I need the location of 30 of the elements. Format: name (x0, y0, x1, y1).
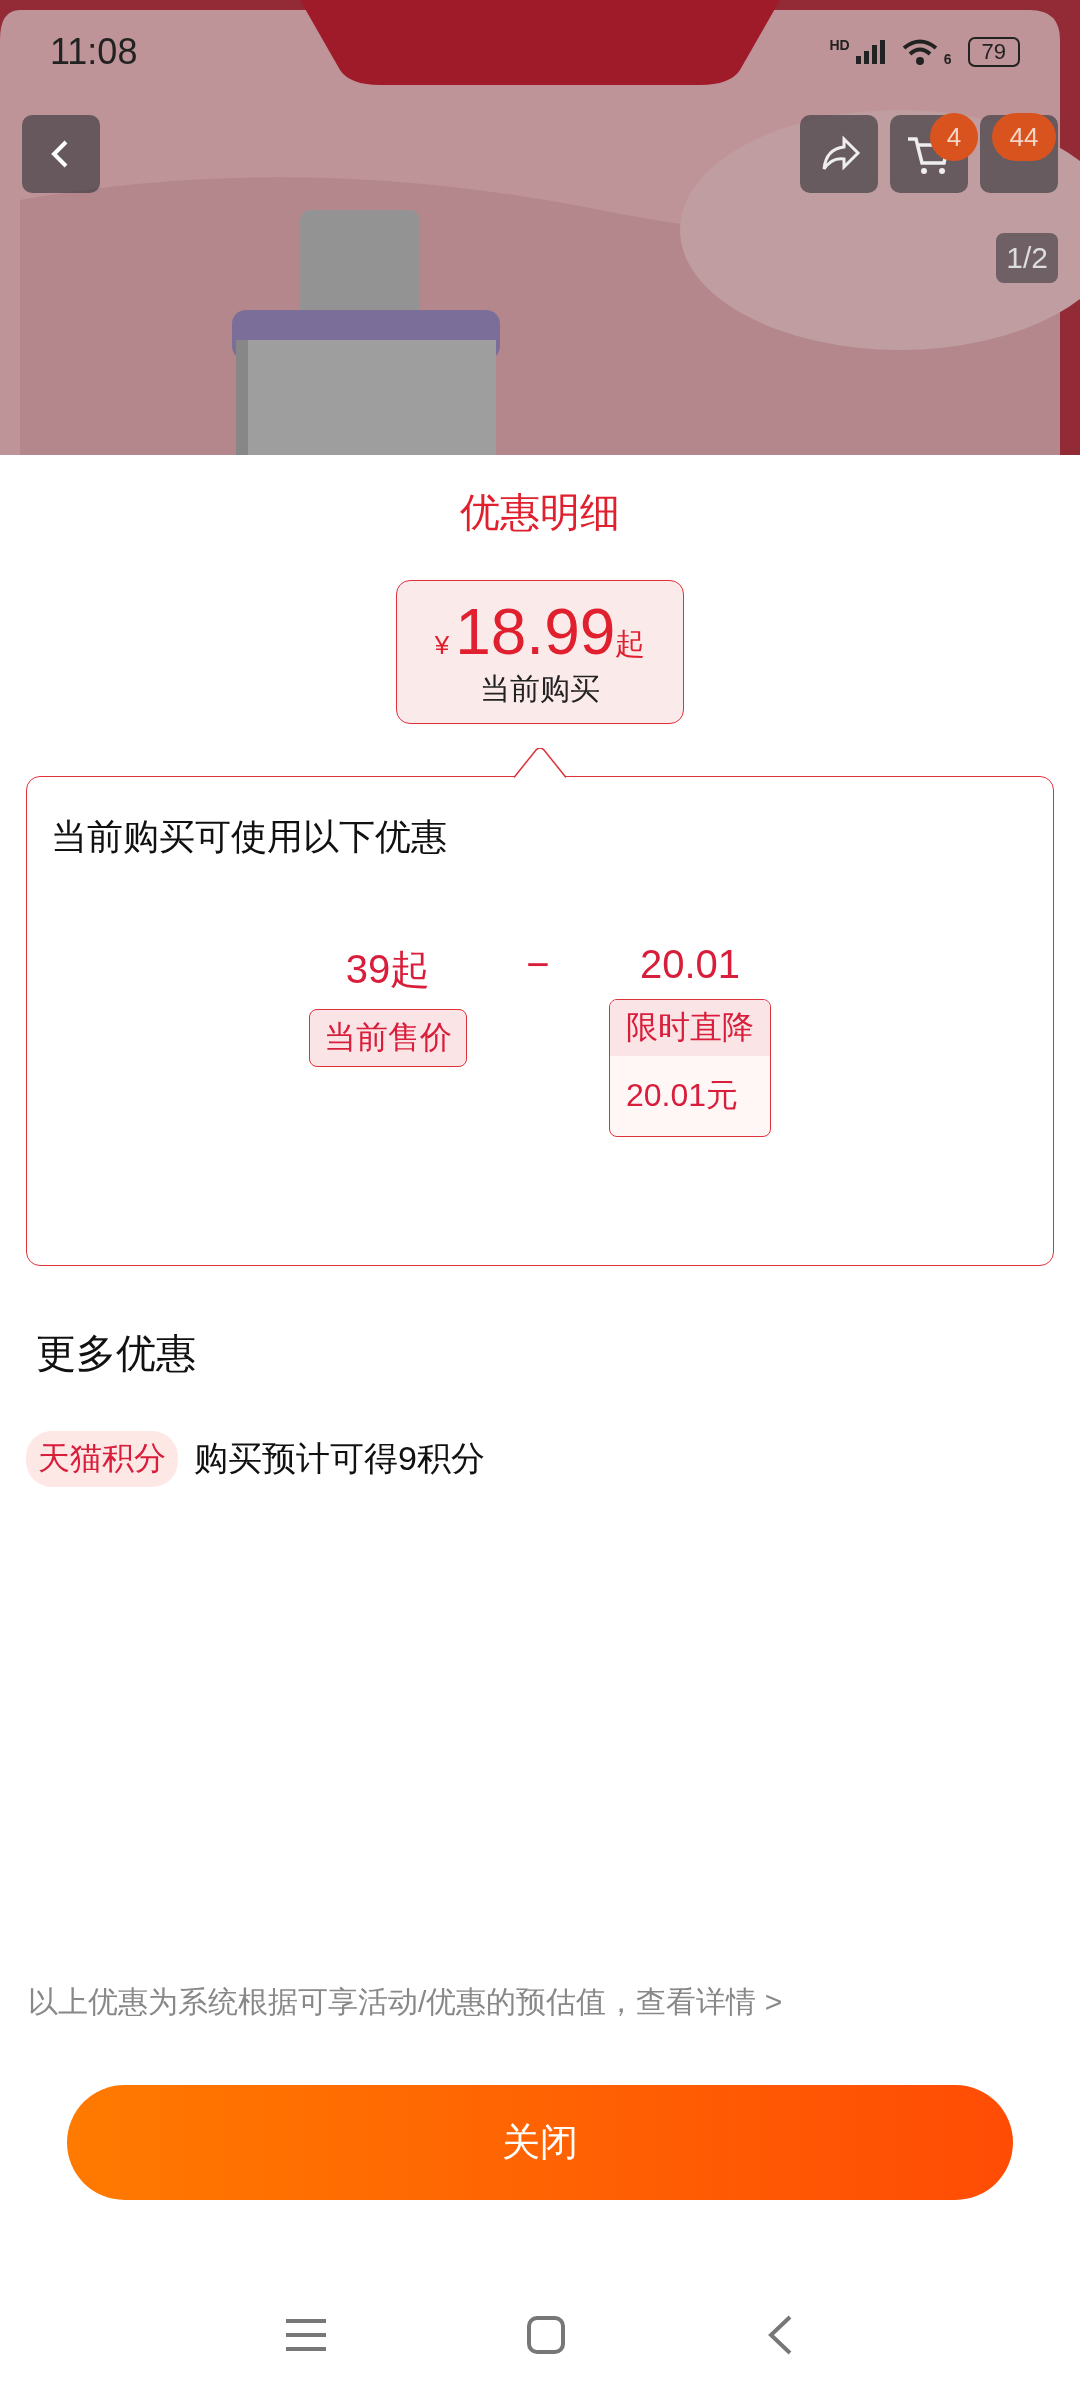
discount-tag-title: 限时直降 (610, 1000, 770, 1056)
sheet-title: 优惠明细 (460, 489, 620, 536)
discount-tag-amount: 20.01元 (625, 1076, 740, 1115)
wifi-icon (901, 39, 938, 65)
price-amount: 18.99 (455, 594, 616, 669)
price-label: 当前购买 (480, 670, 600, 707)
signal-icon (855, 39, 886, 65)
currency-symbol: ¥ (434, 629, 450, 661)
price-suffix: 起 (615, 625, 646, 662)
minus-sign: − (526, 942, 550, 987)
battery-indicator: 79 (967, 37, 1020, 67)
home-icon[interactable] (526, 2315, 566, 2355)
image-counter: 1/2 (996, 233, 1058, 283)
discount-value: 20.01 (639, 942, 741, 987)
close-button[interactable]: 关闭 (67, 2085, 1013, 2200)
share-button[interactable] (800, 115, 878, 193)
points-text: 购买预计可得9积分 (194, 1438, 485, 1479)
wifi-label: 6 (943, 51, 952, 67)
points-tag: 天猫积分 (26, 1431, 178, 1487)
back-icon[interactable] (766, 2314, 794, 2356)
network-label: HD (829, 37, 850, 53)
disclaimer-text: 以上优惠为系统根据可享活动/优惠的预估值， (28, 1985, 637, 2018)
price-value: 39起 (345, 946, 431, 993)
status-time: 11:08 (50, 31, 138, 73)
price-tag: 当前售价 (309, 1009, 467, 1067)
discount-heading: 当前购买可使用以下优惠 (51, 815, 448, 859)
back-button[interactable] (22, 115, 100, 193)
menu-icon[interactable] (286, 2317, 326, 2353)
more-heading: 更多优惠 (36, 1330, 196, 1377)
details-link[interactable]: 查看详情 > (636, 1985, 783, 2018)
